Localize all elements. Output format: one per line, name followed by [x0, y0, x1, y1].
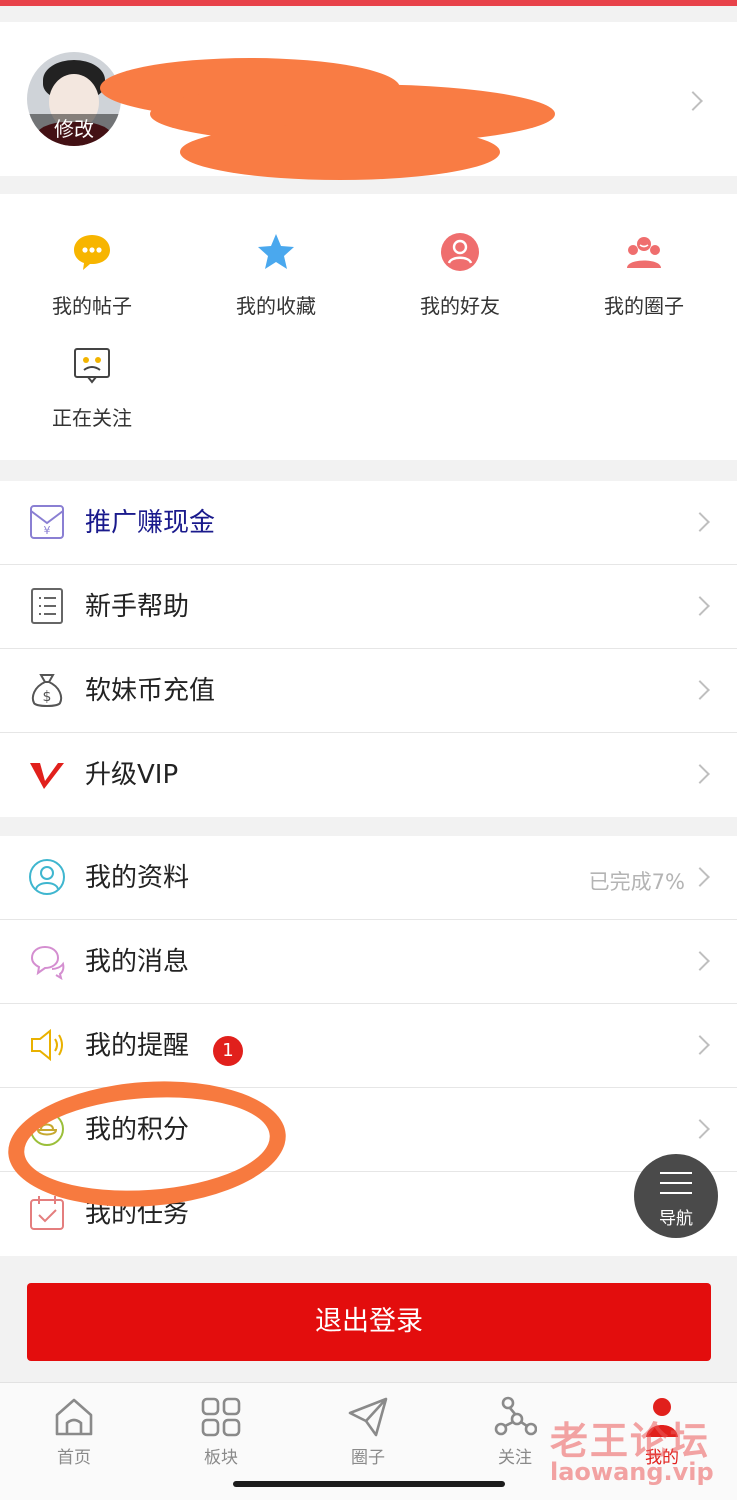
quick-my-friends[interactable]: 我的好友 [368, 232, 552, 319]
menu-item-profile[interactable]: 我的资料 已完成7% [0, 836, 737, 920]
menu-item-reminders[interactable]: 我的提醒 1 [0, 1004, 737, 1088]
home-indicator [233, 1481, 505, 1487]
menu-label: 我的资料 [85, 863, 190, 893]
calendar-check-icon [30, 1196, 64, 1230]
menu-item-help[interactable]: 新手帮助 [0, 565, 737, 649]
chevron-right-icon [690, 1035, 710, 1055]
menu-label: 我的提醒 [85, 1031, 190, 1061]
profile-completion: 已完成7% [588, 870, 685, 894]
menu-group-promotion: ¥ 推广赚现金 新手帮助 $ 软妹币充值 升级VIP [0, 481, 737, 817]
chevron-right-icon [690, 596, 710, 616]
menu-item-messages[interactable]: 我的消息 [0, 920, 737, 1004]
envelope-yen-icon: ¥ [30, 505, 64, 539]
logout-button[interactable]: 退出登录 [27, 1283, 711, 1361]
nav-fab-label: 导航 [659, 1209, 693, 1229]
friend-icon [441, 233, 479, 271]
chevron-right-icon [690, 951, 710, 971]
svg-text:¥: ¥ [44, 524, 51, 537]
notification-badge: 1 [213, 1036, 243, 1066]
avatar[interactable]: 修改 [27, 52, 121, 146]
chevron-right-icon [690, 867, 710, 887]
quick-my-circles[interactable]: 我的圈子 [552, 232, 736, 319]
tab-boards[interactable]: 板块 [171, 1395, 271, 1468]
chevron-right-icon [690, 764, 710, 784]
tab-home[interactable]: 首页 [24, 1395, 124, 1468]
quick-my-favorites[interactable]: 我的收藏 [184, 232, 368, 319]
paper-plane-icon [348, 1397, 388, 1437]
quick-label: 我的好友 [420, 294, 500, 318]
message-icon [30, 945, 65, 980]
network-icon [494, 1396, 537, 1436]
document-list-icon [31, 588, 63, 624]
menu-label: 推广赚现金 [85, 508, 216, 538]
person-icon [29, 859, 65, 895]
redaction-mark [180, 124, 500, 180]
tab-label: 圈子 [351, 1448, 385, 1468]
tab-label: 板块 [204, 1448, 238, 1468]
watermark-url: laowang.vip [550, 1458, 714, 1486]
quick-label: 我的帖子 [52, 294, 132, 318]
home-icon [55, 1398, 93, 1436]
menu-label: 我的消息 [85, 947, 190, 977]
menu-icon [660, 1172, 692, 1202]
group-icon [627, 237, 661, 268]
quick-label: 正在关注 [52, 406, 132, 430]
menu-item-promote[interactable]: ¥ 推广赚现金 [0, 481, 737, 565]
vip-icon [30, 763, 64, 789]
quick-access-grid: 我的帖子 我的收藏 我的好友 我的圈子 正在关注 [0, 194, 737, 460]
profile-header[interactable]: 修改 [0, 22, 737, 180]
chevron-right-icon [690, 512, 710, 532]
money-bag-icon: $ [31, 674, 63, 707]
quick-label: 我的圈子 [604, 294, 684, 318]
follow-icon [74, 348, 110, 384]
star-icon [258, 234, 294, 269]
tab-circles[interactable]: 圈子 [318, 1395, 418, 1468]
grid-icon [201, 1397, 241, 1437]
speaker-icon [31, 1028, 63, 1062]
menu-label: 升级VIP [85, 760, 179, 790]
chat-bubble-icon [74, 235, 110, 270]
menu-label: 新手帮助 [85, 592, 190, 622]
menu-item-vip[interactable]: 升级VIP [0, 733, 737, 817]
quick-following[interactable]: 正在关注 [0, 344, 184, 431]
chevron-right-icon [690, 680, 710, 700]
menu-item-recharge[interactable]: $ 软妹币充值 [0, 649, 737, 733]
menu-label: 软妹币充值 [85, 676, 216, 706]
svg-text:$: $ [43, 689, 52, 705]
quick-my-posts[interactable]: 我的帖子 [0, 232, 184, 319]
avatar-edit-label[interactable]: 修改 [27, 114, 121, 146]
quick-label: 我的收藏 [236, 294, 316, 318]
nav-fab-button[interactable]: 导航 [634, 1154, 718, 1238]
top-accent-bar [0, 0, 737, 6]
chevron-right-icon [683, 91, 703, 111]
watermark-title: 老王论坛 [550, 1419, 711, 1463]
tab-label: 首页 [57, 1448, 91, 1468]
chevron-right-icon [690, 1119, 710, 1139]
